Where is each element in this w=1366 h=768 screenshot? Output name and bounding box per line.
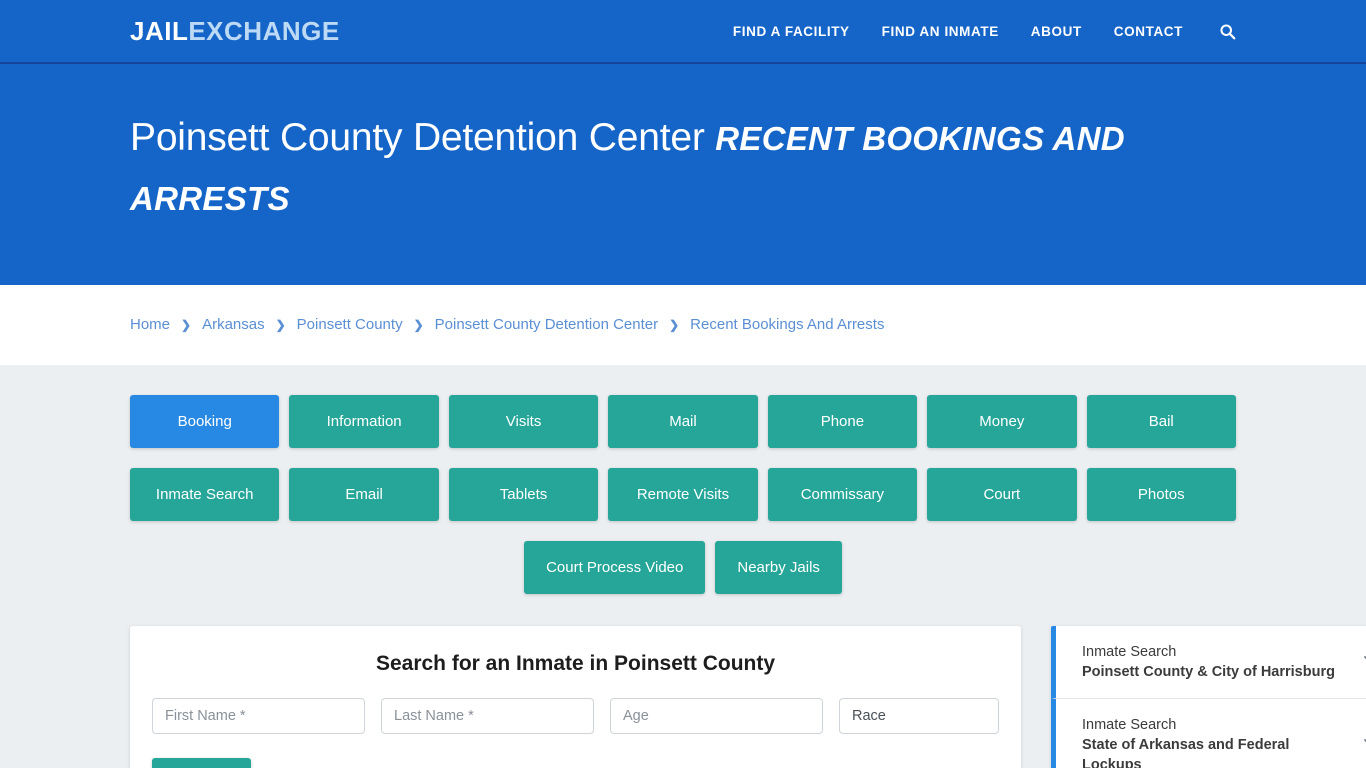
tab-tablets[interactable]: Tablets	[448, 467, 599, 521]
sidebar-item-line2: Poinsett County & City of Harrisburg	[1082, 663, 1335, 680]
nav-item-find-an-inmate[interactable]: FIND AN INMATE	[882, 24, 999, 39]
facility-tab-row-2: Inmate Search Email Tablets Remote Visit…	[130, 467, 1236, 521]
logo-text-primary: JAIL	[130, 16, 189, 46]
logo-text-secondary: EXCHANGE	[188, 16, 340, 46]
inmate-search-card: Search for an Inmate in Poinsett County …	[130, 625, 1021, 768]
tab-nearby-jails[interactable]: Nearby Jails	[715, 540, 842, 594]
breadcrumb-bar: Home ❯ Arkansas ❯ Poinsett County ❯ Poin…	[0, 284, 1366, 365]
facility-tab-row-1: Booking Information Visits Mail Phone Mo…	[130, 394, 1236, 448]
sidebar-item-line1: Inmate Search	[1082, 643, 1177, 660]
sidebar-item-line1: Inmate Search	[1082, 716, 1177, 733]
breadcrumb-separator-icon: ❯	[413, 317, 424, 332]
breadcrumb-item-home[interactable]: Home	[130, 316, 170, 333]
nav-item-about[interactable]: ABOUT	[1031, 24, 1082, 39]
tab-inmate-search[interactable]: Inmate Search	[130, 467, 280, 521]
page-title-facility: Poinsett County Detention Center	[130, 116, 705, 159]
site-logo[interactable]: JAILEXCHANGE	[130, 18, 340, 44]
search-button[interactable]: SEARCH	[152, 757, 251, 768]
tab-photos[interactable]: Photos	[1086, 467, 1236, 521]
tab-money[interactable]: Money	[927, 394, 1077, 448]
inmate-search-fields: Race	[152, 697, 999, 734]
race-select[interactable]: Race	[839, 697, 999, 734]
search-icon[interactable]	[1219, 23, 1236, 40]
sidebar-item-line2: State of Arkansas and Federal Lockups	[1082, 736, 1290, 768]
tab-court-process-video[interactable]: Court Process Video	[524, 540, 706, 594]
last-name-input[interactable]	[381, 697, 594, 734]
site-header: JAILEXCHANGE FIND A FACILITY FIND AN INM…	[0, 0, 1366, 64]
hero-banner: Poinsett County Detention Center RECENT …	[0, 64, 1366, 285]
age-input[interactable]	[610, 697, 823, 734]
breadcrumb: Home ❯ Arkansas ❯ Poinsett County ❯ Poin…	[130, 316, 884, 333]
breadcrumb-separator-icon: ❯	[275, 317, 286, 332]
tab-remote-visits[interactable]: Remote Visits	[608, 467, 758, 521]
facility-tab-grid: Booking Information Visits Mail Phone Mo…	[130, 394, 1236, 604]
tab-visits[interactable]: Visits	[448, 394, 599, 448]
sidebar-item-inmate-search-state[interactable]: Inmate Search State of Arkansas and Fede…	[1051, 698, 1366, 768]
breadcrumb-item-arkansas[interactable]: Arkansas	[202, 316, 265, 333]
sidebar-item-inmate-search-county[interactable]: Inmate Search Poinsett County & City of …	[1051, 625, 1366, 699]
nav-item-find-a-facility[interactable]: FIND A FACILITY	[733, 24, 850, 39]
facility-tab-row-3: Court Process Video Nearby Jails	[130, 540, 1236, 594]
tab-phone[interactable]: Phone	[767, 394, 918, 448]
sidebar-item-label: Inmate Search Poinsett County & City of …	[1082, 642, 1349, 682]
main-content: Booking Information Visits Mail Phone Mo…	[0, 364, 1366, 768]
breadcrumb-item-detention-center[interactable]: Poinsett County Detention Center	[435, 316, 658, 333]
tab-email[interactable]: Email	[289, 467, 439, 521]
tab-bail[interactable]: Bail	[1086, 394, 1236, 448]
first-name-input[interactable]	[152, 697, 365, 734]
tab-court[interactable]: Court	[927, 467, 1077, 521]
page-title: Poinsett County Detention Center RECENT …	[130, 108, 1236, 229]
tab-information[interactable]: Information	[289, 394, 439, 448]
lower-section: Search for an Inmate in Poinsett County …	[130, 625, 1366, 768]
tab-booking[interactable]: Booking	[130, 394, 280, 448]
breadcrumb-item-poinsett-county[interactable]: Poinsett County	[297, 316, 403, 333]
sidebar-accordion: Inmate Search Poinsett County & City of …	[1051, 625, 1366, 768]
tab-mail[interactable]: Mail	[608, 394, 758, 448]
breadcrumb-separator-icon: ❯	[669, 317, 680, 332]
breadcrumb-separator-icon: ❯	[181, 317, 192, 332]
sidebar-item-label: Inmate Search State of Arkansas and Fede…	[1082, 715, 1349, 768]
breadcrumb-item-current[interactable]: Recent Bookings And Arrests	[690, 316, 884, 333]
tab-commissary[interactable]: Commissary	[767, 467, 918, 521]
nav-item-contact[interactable]: CONTACT	[1114, 24, 1183, 39]
inmate-search-heading: Search for an Inmate in Poinsett County	[375, 651, 776, 675]
main-navigation: FIND A FACILITY FIND AN INMATE ABOUT CON…	[733, 23, 1236, 40]
